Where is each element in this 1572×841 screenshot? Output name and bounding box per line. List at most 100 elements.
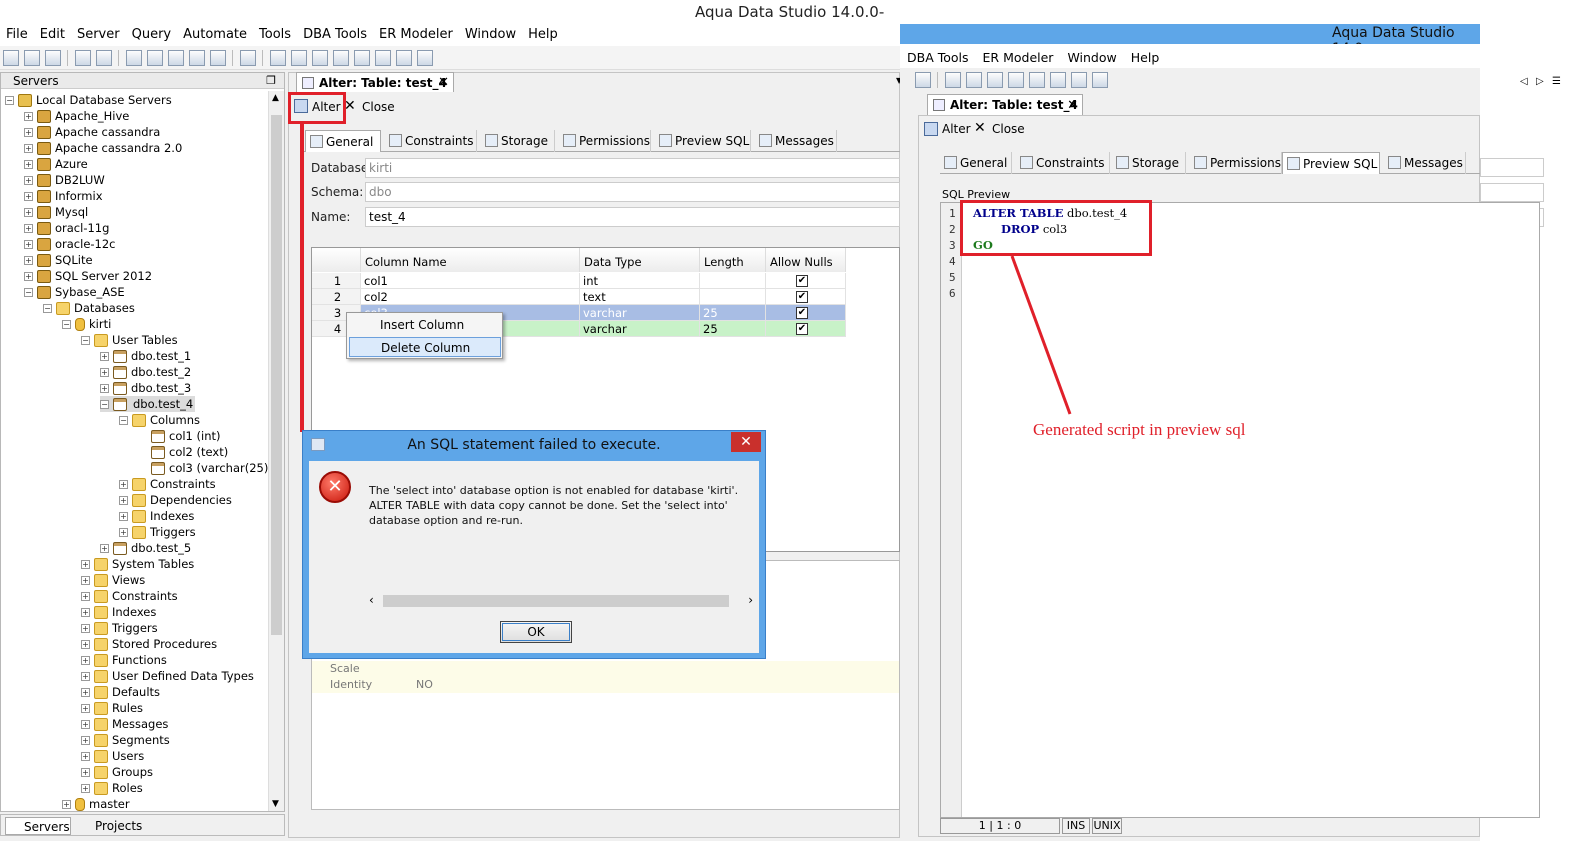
tab-constraints[interactable]: Constraints — [1016, 152, 1110, 174]
expand-icon[interactable]: + — [100, 352, 109, 361]
collapse-icon[interactable]: − — [81, 336, 90, 345]
expand-icon[interactable]: + — [81, 560, 90, 569]
expand-icon[interactable]: + — [81, 784, 90, 793]
tree-node[interactable]: + oracle-12c — [24, 236, 116, 252]
collapse-icon[interactable]: − — [62, 320, 71, 329]
tree-node[interactable]: + Functions — [81, 652, 167, 668]
tab-permissions[interactable]: Permissions — [559, 130, 651, 152]
tree-node[interactable]: + Indexes — [81, 604, 156, 620]
expand-icon[interactable]: + — [81, 736, 90, 745]
expand-icon[interactable]: + — [24, 240, 33, 249]
tree-node[interactable]: + dbo.test_1 — [100, 348, 191, 364]
expand-icon[interactable]: + — [24, 208, 33, 217]
scroll-left-icon[interactable]: ‹ — [369, 593, 374, 607]
expand-icon[interactable]: + — [100, 544, 109, 553]
tab-permissions[interactable]: Permissions — [1190, 152, 1282, 174]
restore-icon[interactable]: ❐ — [266, 74, 276, 87]
toolbar-icon[interactable] — [1071, 72, 1087, 88]
tree-node[interactable]: + dbo.test_2 — [100, 364, 191, 380]
tree-node[interactable]: + Triggers — [119, 524, 196, 540]
scroll-up-icon[interactable]: ▲ — [272, 93, 279, 103]
tree-node[interactable]: + dbo.test_3 — [100, 380, 191, 396]
tree-node[interactable]: + Apache cassandra — [24, 124, 160, 140]
tree-node[interactable]: + Users — [81, 748, 144, 764]
allow-nulls-checkbox[interactable]: ✔ — [796, 307, 808, 319]
menu-automate[interactable]: Automate — [177, 24, 253, 42]
toolbar-icon[interactable] — [3, 50, 19, 66]
right-document-tab[interactable]: Alter: Table: test_4 ✕ — [927, 94, 1083, 115]
menu-tools[interactable]: Tools — [253, 24, 297, 42]
expand-icon[interactable]: + — [81, 576, 90, 585]
tree-node[interactable]: + System Tables — [81, 556, 194, 572]
tab-general[interactable]: General — [940, 152, 1012, 174]
toolbar-icon[interactable] — [333, 50, 349, 66]
table-row[interactable]: 1 col1 int ✔ — [312, 273, 846, 289]
expand-icon[interactable]: + — [24, 176, 33, 185]
toolbar-icon[interactable] — [915, 72, 931, 88]
menu-er-modeler[interactable]: ER Modeler — [373, 24, 459, 42]
tree-node[interactable]: + Informix — [24, 188, 103, 204]
tree-node[interactable]: + Groups — [81, 764, 153, 780]
grid-cell-length[interactable] — [700, 273, 766, 289]
tab-general[interactable]: General — [305, 130, 381, 152]
scroll-right-icon[interactable]: › — [748, 593, 753, 607]
tree-node[interactable]: − Columns — [119, 412, 200, 428]
expand-icon[interactable]: + — [81, 640, 90, 649]
menu-edit[interactable]: Edit — [34, 24, 71, 42]
expand-icon[interactable]: + — [81, 656, 90, 665]
toolbar-icon[interactable] — [189, 50, 205, 66]
name-field[interactable]: test_4 — [365, 207, 900, 227]
menu-query[interactable]: Query — [126, 24, 178, 42]
toolbar-icon[interactable] — [96, 50, 112, 66]
tree-node[interactable]: − kirti — [62, 316, 111, 332]
expand-icon[interactable]: + — [24, 112, 33, 121]
toolbar-icon[interactable] — [126, 50, 142, 66]
expand-icon[interactable]: + — [81, 624, 90, 633]
expand-icon[interactable]: + — [24, 256, 33, 265]
tree-node[interactable]: + SQLite — [24, 252, 93, 268]
grid-cell-name[interactable]: col2 — [361, 289, 580, 305]
tab-messages[interactable]: Messages — [1384, 152, 1466, 174]
expand-icon[interactable]: + — [81, 768, 90, 777]
insert-column-menu-item[interactable]: Insert Column — [349, 315, 501, 335]
nav-right-icon[interactable]: ▷ — [1536, 76, 1544, 87]
tab-preview-sql[interactable]: Preview SQL — [655, 130, 751, 152]
grid-cell-length[interactable] — [700, 289, 766, 305]
expand-icon[interactable]: + — [24, 144, 33, 153]
menu-window[interactable]: Window — [459, 24, 522, 42]
tree-node[interactable]: + Messages — [81, 716, 168, 732]
schema-field[interactable]: dbo — [365, 182, 900, 202]
grid-cell-length[interactable]: 25 — [700, 321, 766, 337]
column-name-header[interactable]: Column Name — [361, 248, 580, 272]
tab-storage[interactable]: Storage — [481, 130, 555, 152]
collapse-icon[interactable]: − — [5, 96, 14, 105]
grid-cell-nulls[interactable]: ✔ — [766, 273, 846, 289]
grid-cell-type[interactable]: int — [580, 273, 700, 289]
alter-button[interactable]: Alter — [942, 122, 971, 136]
toolbar-icon[interactable] — [147, 50, 163, 66]
expand-icon[interactable]: + — [81, 672, 90, 681]
toolbar-icon[interactable] — [987, 72, 1003, 88]
tree-node[interactable]: + User Defined Data Types — [81, 668, 254, 684]
dialog-close-button[interactable]: ✕ — [731, 432, 761, 452]
close-tab-icon[interactable]: ✕ — [1067, 95, 1078, 116]
collapse-icon[interactable]: − — [100, 400, 109, 409]
tree-node[interactable]: + Triggers — [81, 620, 158, 636]
expand-icon[interactable]: + — [24, 128, 33, 137]
allow-nulls-checkbox[interactable]: ✔ — [796, 275, 808, 287]
expand-icon[interactable]: + — [119, 480, 128, 489]
tree-node[interactable]: − Sybase_ASE — [24, 284, 125, 300]
grid-cell-num[interactable]: 1 — [312, 273, 361, 289]
rmenu-help[interactable]: Help — [1124, 44, 1167, 65]
expand-icon[interactable]: + — [24, 224, 33, 233]
menu-file[interactable]: File — [0, 24, 34, 42]
expand-icon[interactable]: + — [24, 272, 33, 281]
tree-node[interactable]: + Rules — [81, 700, 143, 716]
length-header[interactable]: Length — [700, 248, 766, 272]
tree-node[interactable]: + Apache_Hive — [24, 108, 129, 124]
tree-node[interactable]: + DB2LUW — [24, 172, 105, 188]
expand-icon[interactable]: + — [100, 384, 109, 393]
grid-cell-type[interactable]: varchar — [580, 321, 700, 337]
table-row[interactable]: 2 col2 text ✔ — [312, 289, 846, 305]
toolbar-icon[interactable] — [354, 50, 370, 66]
